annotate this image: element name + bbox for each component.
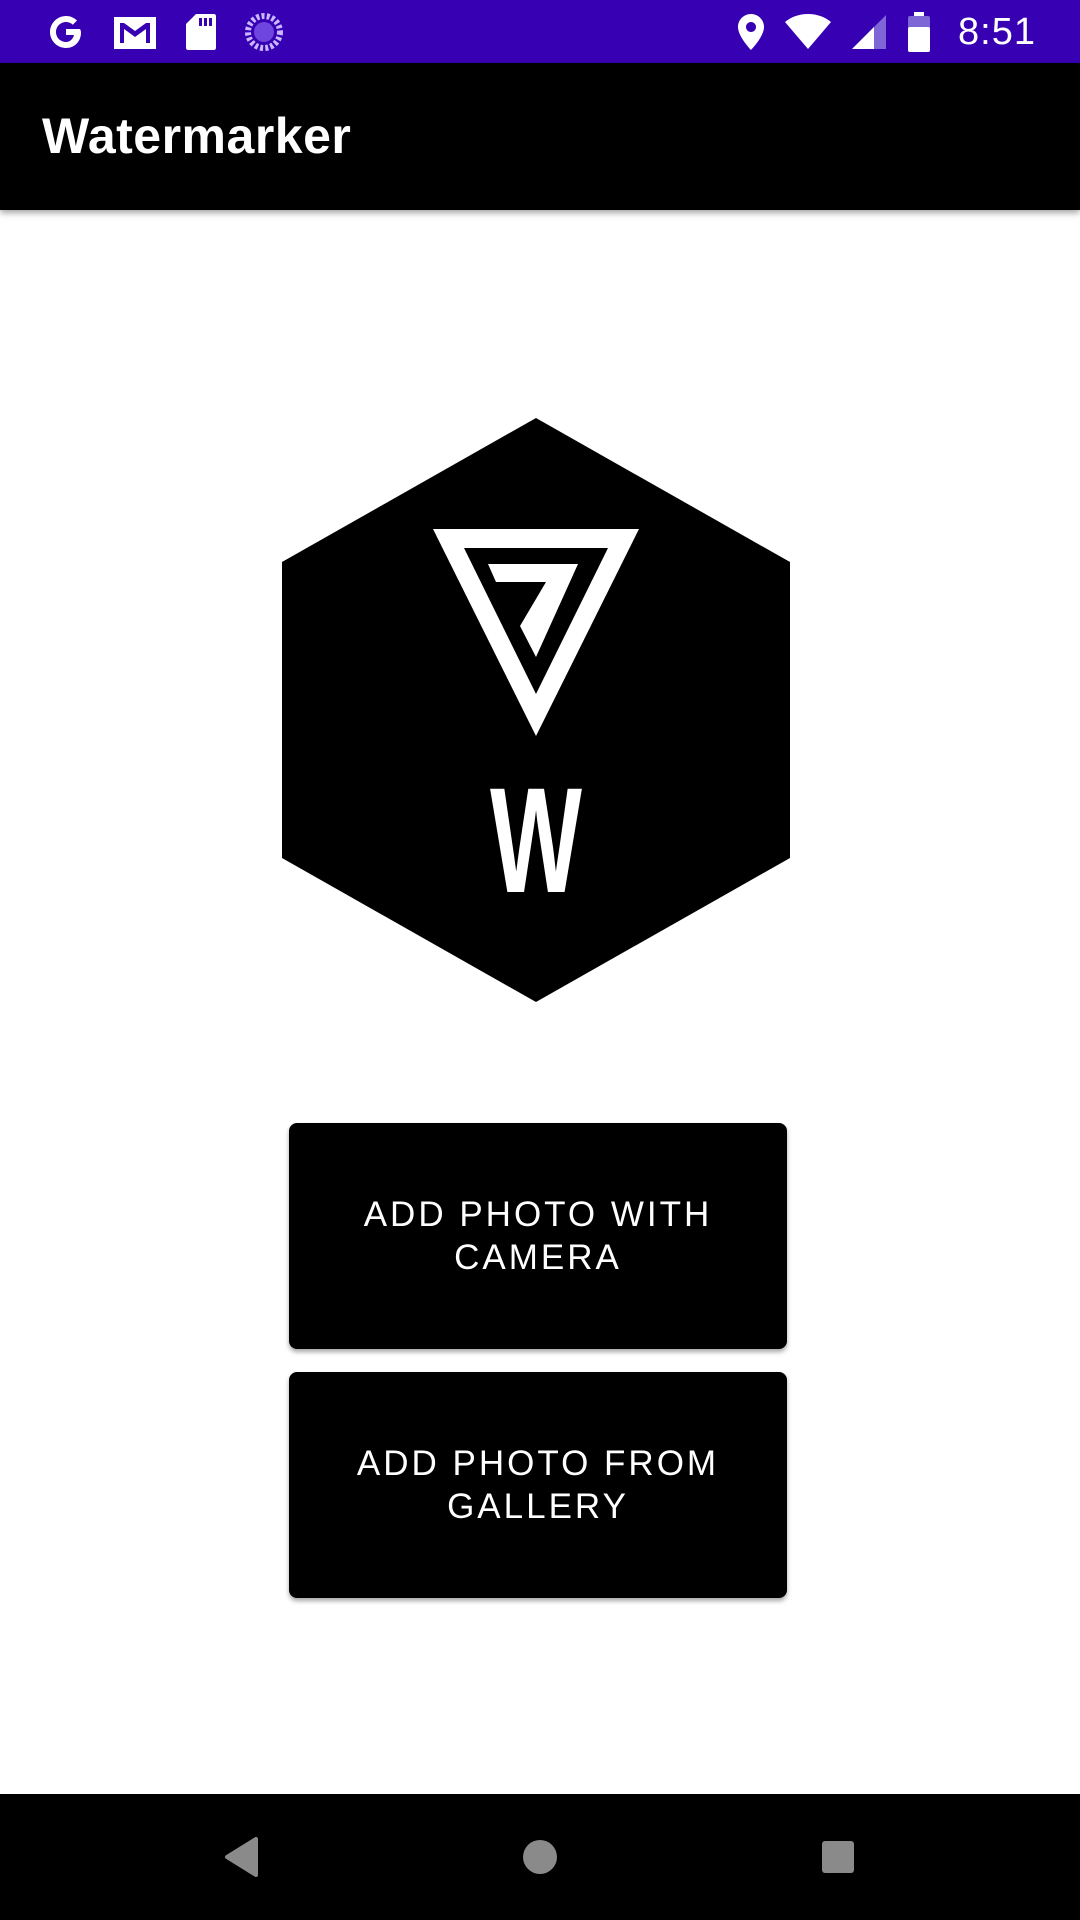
nav-home-button[interactable] <box>500 1817 580 1897</box>
sd-card-icon <box>186 14 216 50</box>
back-icon <box>225 1837 258 1877</box>
nav-recents-button[interactable] <box>798 1817 878 1897</box>
location-icon <box>738 14 765 50</box>
app-bar: Watermarker <box>0 63 1080 210</box>
cell-signal-icon <box>852 15 887 49</box>
recents-icon <box>822 1841 854 1873</box>
loading-spinner-icon <box>245 13 283 51</box>
nav-back-button[interactable] <box>202 1817 282 1897</box>
watermarker-logo: W <box>282 418 790 1002</box>
add-photo-gallery-button[interactable]: ADD PHOTO FROM GALLERY <box>289 1372 787 1598</box>
wifi-icon <box>785 14 832 49</box>
add-photo-camera-button[interactable]: ADD PHOTO WITH CAMERA <box>289 1123 787 1349</box>
status-time: 8:51 <box>958 10 1036 53</box>
home-icon <box>523 1840 557 1874</box>
google-icon <box>50 16 81 48</box>
app-title: Watermarker <box>42 108 352 164</box>
status-left-icons <box>46 8 284 56</box>
battery-icon <box>908 12 931 52</box>
navigation-bar <box>0 1794 1080 1920</box>
gmail-icon <box>114 17 156 49</box>
status-right-icons: 8:51 <box>736 8 1036 56</box>
logo-letter: W <box>490 756 582 924</box>
screen: 8:51 Watermarker W ADD PHOTO WITH CAMERA… <box>0 0 1080 1920</box>
status-bar: 8:51 <box>0 0 1080 63</box>
